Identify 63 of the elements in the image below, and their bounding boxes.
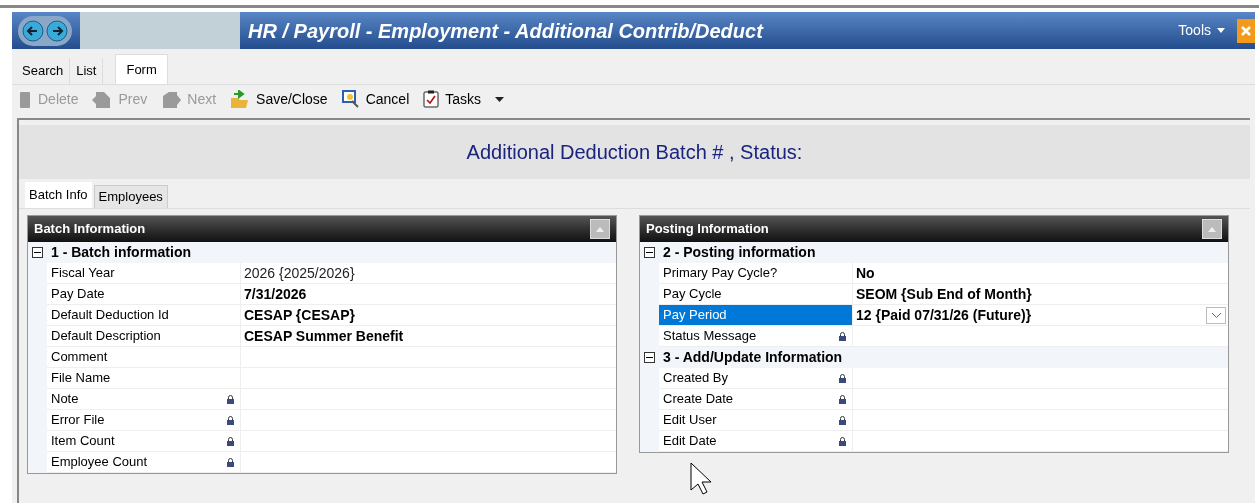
trash-icon [18,90,32,108]
property-label: File Name [47,368,241,389]
property-value: 7/31/2026 [244,284,307,304]
property-value: 12 {Paid 07/31/26 (Future)} [856,305,1032,325]
minus-icon [646,249,653,256]
property-label: Edit Date [659,431,853,452]
mouse-pointer-icon [690,462,714,496]
property-label: Edit User [659,410,853,431]
property-value: No [856,263,875,283]
group-title: 1 - Batch information [51,243,191,262]
section-tab[interactable]: Employees [93,185,168,208]
forward-icon[interactable] [46,19,68,42]
page-icon [92,90,113,108]
tools-menu[interactable]: Tools [1178,20,1225,41]
property-label: Created By [659,368,853,389]
dropdown-button[interactable] [1206,306,1226,324]
chevron-down-icon [1211,312,1221,318]
property-label: Note [47,389,241,410]
toolbar-button[interactable]: Cancel [341,88,410,110]
group-title: 2 - Posting information [663,243,816,262]
magnifier-icon [341,90,360,108]
back-icon[interactable] [22,19,44,42]
form-title: Additional Deduction Batch # , Status: [466,140,803,165]
section-tab[interactable]: Batch Info [25,182,92,208]
group-title: 3 - Add/Update Information [663,348,843,367]
property-label: Primary Pay Cycle? [659,263,853,284]
up-arrow-icon [1208,226,1216,232]
property-value: 2026 {2025/2026} [244,263,355,283]
property-label: Employee Count [47,452,241,473]
minus-icon [646,354,653,361]
clipboard-check-icon [423,90,440,108]
toolbar-button[interactable]: Save/Close [230,88,328,110]
close-button[interactable] [1237,18,1255,43]
property-label: Pay Date [47,284,241,305]
close-icon [1240,24,1252,37]
property-value: CESAP {CESAP} [244,305,355,325]
back-forward-control[interactable] [18,15,72,46]
page-icon [161,90,182,108]
property-label: Default Deduction Id [47,305,241,326]
caret-icon [1217,28,1225,33]
property-label: Error File [47,410,241,431]
collapse-toggle[interactable] [644,352,655,363]
property-label: Default Description [47,326,241,347]
property-label: Comment [47,347,241,368]
up-arrow-icon [596,226,604,232]
dropdown-caret-icon[interactable] [495,96,505,102]
minus-icon [34,249,41,256]
collapse-toggle[interactable] [644,247,655,258]
property-value: SEOM {Sub End of Month} [856,284,1032,304]
panel-title: Posting Information [646,220,769,239]
window-title: HR / Payroll - Employment - Additional Contrib/Deduct [248,18,763,44]
property-label: Fiscal Year [47,263,241,284]
toolbar-button[interactable]: Tasks [423,88,482,110]
property-label: Create Date [659,389,853,410]
collapse-toggle[interactable] [32,247,43,258]
panel-title: Batch Information [34,220,146,239]
view-tab[interactable]: Form [115,54,168,84]
property-label: Status Message [659,326,853,347]
property-label: Pay Period [659,305,853,326]
property-value: CESAP Summer Benefit [244,326,404,346]
folder-arrow-icon [230,90,251,108]
property-label: Item Count [47,431,241,452]
property-label: Pay Cycle [659,284,853,305]
